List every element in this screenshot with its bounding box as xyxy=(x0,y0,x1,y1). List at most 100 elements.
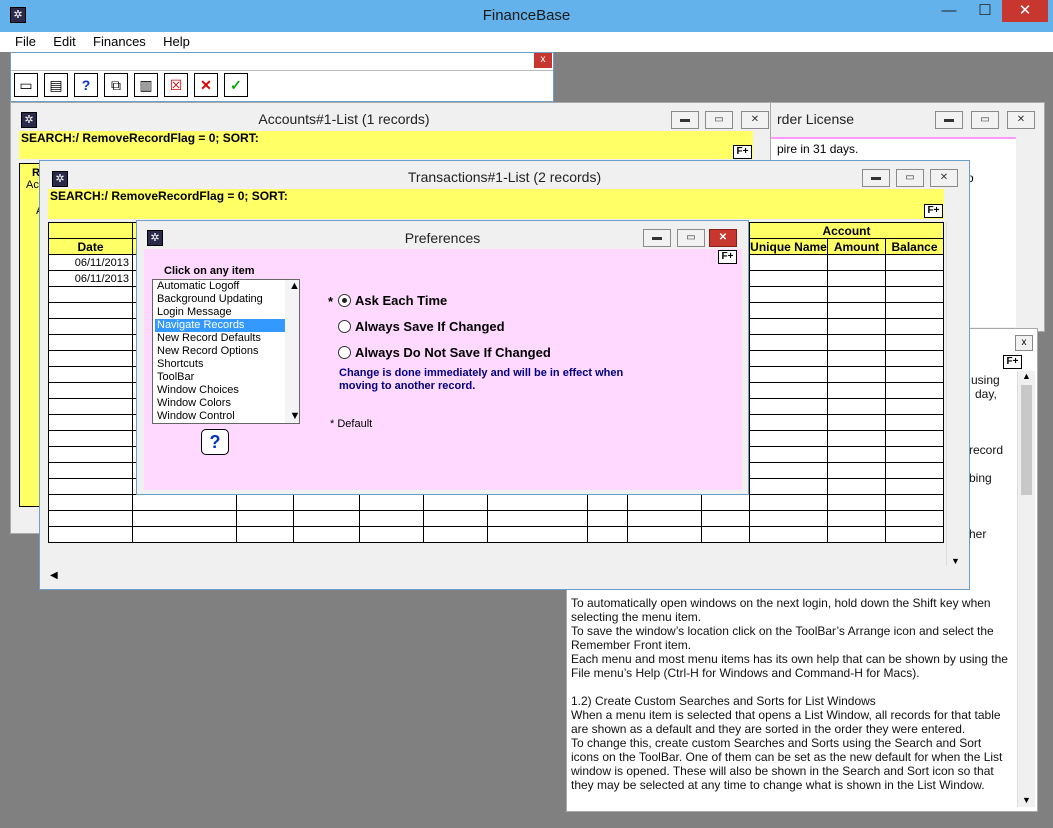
table-cell[interactable] xyxy=(885,334,944,351)
table-cell[interactable] xyxy=(48,366,133,383)
accounts-close-button[interactable]: ✕ xyxy=(741,111,769,129)
preferences-fplus-button[interactable]: F+ xyxy=(718,250,737,264)
arrange-icon[interactable]: ⧉ xyxy=(104,73,128,97)
table-cell[interactable] xyxy=(48,446,133,463)
date-cell[interactable]: 06/11/2013 xyxy=(48,270,133,287)
table-cell[interactable] xyxy=(701,510,750,527)
table-cell[interactable] xyxy=(885,302,944,319)
table-cell[interactable] xyxy=(701,526,750,543)
table-cell[interactable] xyxy=(749,478,828,495)
table-cell[interactable] xyxy=(749,366,828,383)
table-cell[interactable] xyxy=(48,302,133,319)
table-cell[interactable] xyxy=(48,478,133,495)
preferences-maximize-button[interactable]: ▭ xyxy=(677,229,705,247)
license-maximize-button[interactable]: ▭ xyxy=(971,111,999,129)
unique-name-column-header[interactable]: Unique Name xyxy=(749,238,828,255)
table-cell[interactable] xyxy=(132,510,237,527)
table-cell[interactable] xyxy=(827,350,886,367)
preference-list-item[interactable]: Window Choices xyxy=(155,384,285,397)
table-cell[interactable] xyxy=(749,350,828,367)
table-cell[interactable] xyxy=(359,494,424,511)
radio-icon[interactable] xyxy=(338,346,351,359)
table-cell[interactable] xyxy=(48,510,133,527)
table-cell[interactable] xyxy=(487,494,588,511)
preferences-minimize-button[interactable]: ▬ xyxy=(643,229,671,247)
license-minimize-button[interactable]: ▬ xyxy=(935,111,963,129)
close-button[interactable]: ✕ xyxy=(1002,0,1048,22)
option-always-save[interactable]: Always Save If Changed xyxy=(338,319,505,334)
table-cell[interactable] xyxy=(827,478,886,495)
menu-file[interactable]: File xyxy=(8,32,43,51)
transactions-vscrollbar[interactable]: ▼ xyxy=(946,222,964,566)
cancel-icon[interactable]: ✕ xyxy=(194,73,218,97)
table-cell[interactable] xyxy=(627,510,702,527)
preference-list-item[interactable]: Window Control xyxy=(155,410,285,423)
table-cell[interactable] xyxy=(487,526,588,543)
transactions-maximize-button[interactable]: ▭ xyxy=(896,169,924,187)
table-row[interactable] xyxy=(48,510,944,527)
menu-help[interactable]: Help xyxy=(156,32,197,51)
table-cell[interactable] xyxy=(293,494,360,511)
preference-list-item[interactable]: Background Updating xyxy=(155,293,285,306)
table-cell[interactable] xyxy=(48,462,133,479)
table-cell[interactable] xyxy=(236,526,294,543)
table-cell[interactable] xyxy=(487,510,588,527)
table-cell[interactable] xyxy=(48,334,133,351)
accounts-maximize-button[interactable]: ▭ xyxy=(705,111,733,129)
table-cell[interactable] xyxy=(827,430,886,447)
help-fplus-button[interactable]: F+ xyxy=(1003,355,1022,369)
date-column-header[interactable]: Date xyxy=(48,238,133,255)
scroll-left-icon[interactable]: ◀ xyxy=(48,570,58,581)
table-cell[interactable] xyxy=(885,446,944,463)
table-cell[interactable] xyxy=(885,510,944,527)
table-cell[interactable] xyxy=(48,398,133,415)
table-cell[interactable] xyxy=(423,510,488,527)
table-cell[interactable] xyxy=(827,270,886,287)
table-cell[interactable] xyxy=(827,414,886,431)
table-cell[interactable] xyxy=(749,286,828,303)
table-cell[interactable] xyxy=(885,478,944,495)
table-row[interactable] xyxy=(48,494,944,511)
table-cell[interactable] xyxy=(885,382,944,399)
table-cell[interactable] xyxy=(749,382,828,399)
help-scrollbar[interactable]: ▲ ▼ xyxy=(1017,371,1035,807)
preference-list-item[interactable]: Navigate Records xyxy=(155,319,285,332)
table-cell[interactable] xyxy=(701,494,750,511)
accept-icon[interactable]: ✓ xyxy=(224,73,248,97)
preference-list-item[interactable]: Login Message xyxy=(155,306,285,319)
preference-list-item[interactable]: Automatic Logoff xyxy=(155,280,285,293)
table-cell[interactable] xyxy=(827,318,886,335)
table-cell[interactable] xyxy=(48,286,133,303)
table-cell[interactable] xyxy=(827,494,886,511)
table-cell[interactable] xyxy=(827,446,886,463)
table-cell[interactable] xyxy=(132,526,237,543)
minimize-button[interactable]: — xyxy=(934,0,964,22)
accounts-fplus-button[interactable]: F+ xyxy=(733,145,752,159)
table-cell[interactable] xyxy=(885,430,944,447)
table-cell[interactable] xyxy=(749,526,828,543)
scroll-down-icon[interactable]: ▼ xyxy=(287,410,301,423)
preferences-listbox[interactable]: Automatic Logoff Background Updating Login… xyxy=(152,279,300,424)
table-cell[interactable] xyxy=(885,270,944,287)
table-cell[interactable] xyxy=(132,494,237,511)
table-cell[interactable] xyxy=(48,494,133,511)
preferences-close-button[interactable]: ✕ xyxy=(709,229,737,247)
option-ask-each-time[interactable]: Ask Each Time xyxy=(338,293,447,308)
radio-icon[interactable] xyxy=(338,320,351,333)
scroll-up-icon[interactable]: ▲ xyxy=(1018,371,1035,381)
delete-record-icon[interactable]: ☒ xyxy=(164,73,188,97)
table-cell[interactable] xyxy=(627,526,702,543)
table-cell[interactable] xyxy=(885,414,944,431)
scroll-down-icon[interactable]: ▼ xyxy=(1018,795,1035,805)
table-cell[interactable] xyxy=(236,494,294,511)
help-scroll-thumb[interactable] xyxy=(1021,385,1032,495)
table-cell[interactable] xyxy=(827,398,886,415)
table-cell[interactable] xyxy=(587,526,628,543)
menu-finances[interactable]: Finances xyxy=(86,32,153,51)
table-cell[interactable] xyxy=(48,382,133,399)
table-row[interactable] xyxy=(48,526,944,543)
scroll-down-icon[interactable]: ▼ xyxy=(947,556,964,566)
help-icon[interactable]: ? xyxy=(74,73,98,97)
table-cell[interactable] xyxy=(827,254,886,271)
accounts-minimize-button[interactable]: ▬ xyxy=(671,111,699,129)
